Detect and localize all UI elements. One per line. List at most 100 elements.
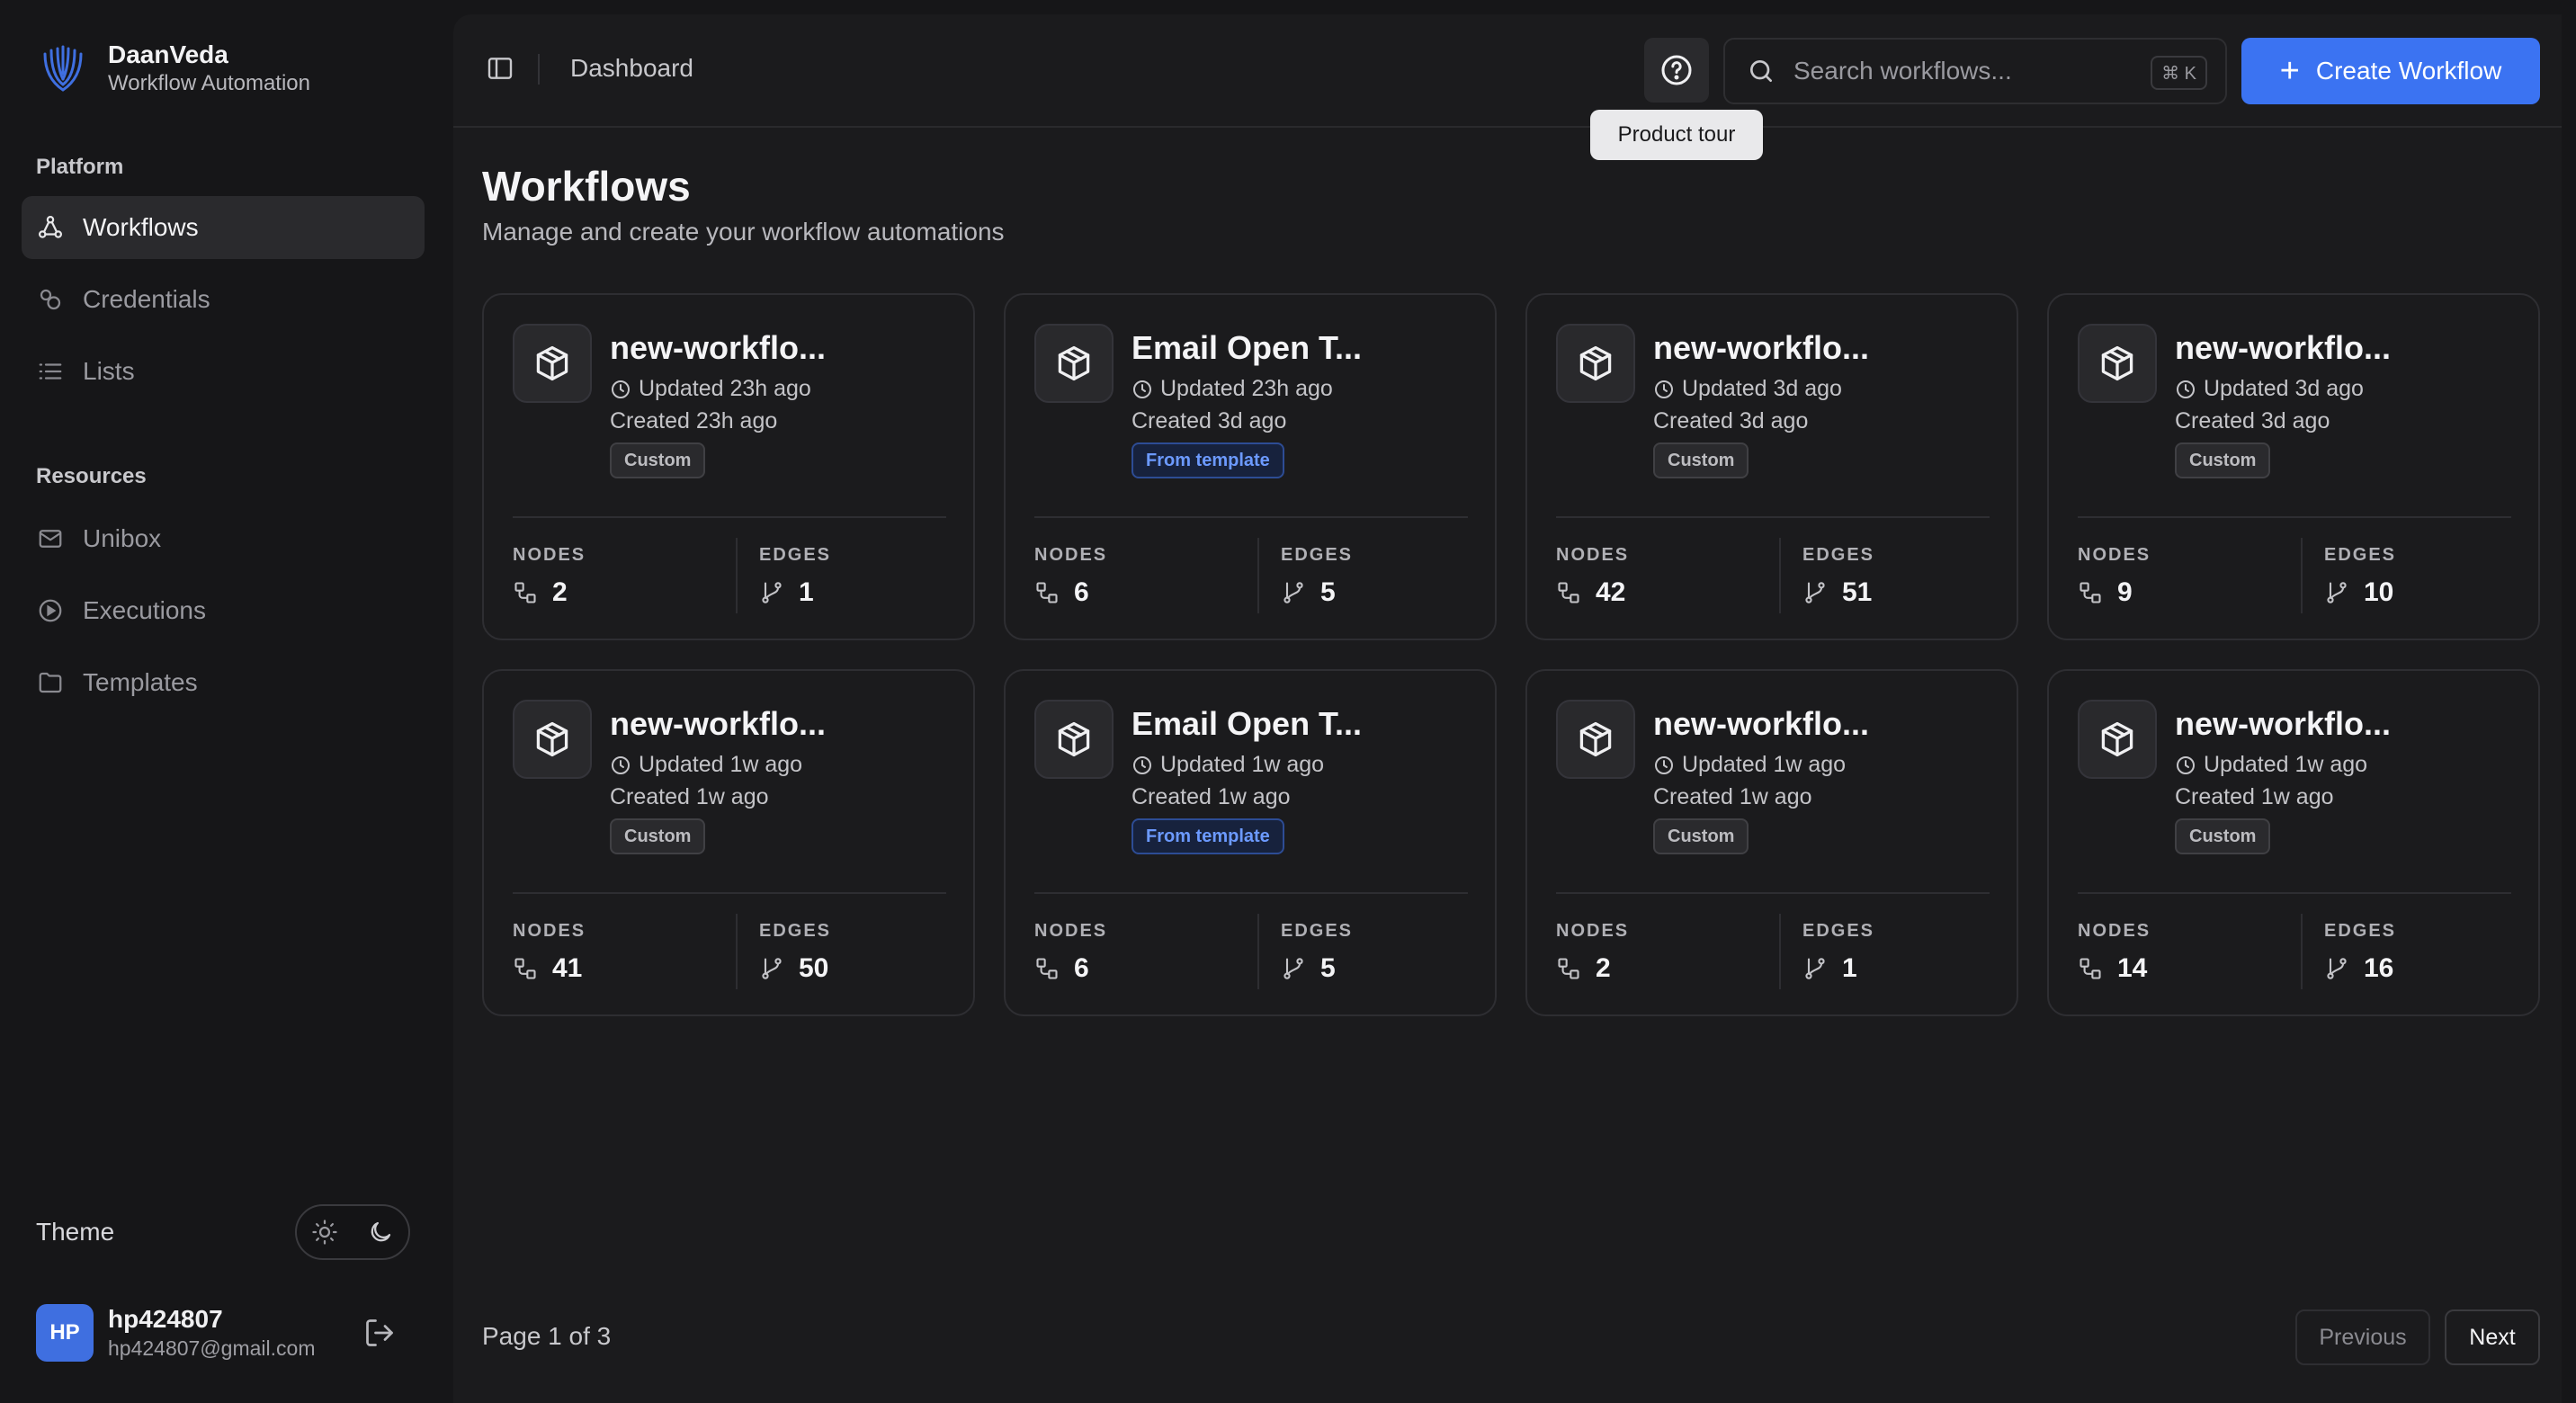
card-divider — [1556, 892, 1990, 894]
workflow-card[interactable]: Email Open T... Updated 1w ago Created 1… — [1004, 669, 1497, 1016]
sidebar-item-label: Credentials — [83, 285, 210, 313]
next-page-button[interactable]: Next — [2445, 1309, 2540, 1365]
workflow-title[interactable]: new-workflo... — [610, 705, 826, 743]
workflow-title[interactable]: Email Open T... — [1131, 329, 1362, 367]
page-title: Workflows — [482, 163, 691, 210]
git-branch-icon — [2327, 958, 2347, 979]
workflow-tag: From template — [1131, 442, 1284, 478]
nodes-label: NODES — [2078, 545, 2151, 565]
edges-value: 1 — [799, 577, 814, 607]
workflow-card[interactable]: new-workflo... Updated 3d ago Created 3d… — [2047, 293, 2540, 640]
workflow-created: Created 1w ago — [610, 784, 769, 809]
package-icon — [1034, 324, 1114, 403]
card-divider — [513, 892, 946, 894]
clock-icon — [1133, 755, 1151, 774]
clock-icon — [2177, 755, 2195, 774]
clock-icon — [612, 755, 630, 774]
package-icon — [2078, 700, 2157, 779]
theme-toggle[interactable] — [295, 1204, 410, 1260]
previous-page-button[interactable]: Previous — [2295, 1309, 2430, 1365]
logout-icon[interactable] — [363, 1317, 396, 1349]
stat-separator — [2301, 914, 2303, 989]
package-icon — [2078, 324, 2157, 403]
user-profile[interactable]: HP hp424807 hp424807@gmail.com — [36, 1304, 315, 1362]
stat-separator — [1257, 538, 1259, 613]
product-tour-button[interactable] — [1644, 38, 1709, 103]
workflow-created: Created 1w ago — [1131, 784, 1291, 809]
nodes-value: 6 — [1074, 953, 1089, 983]
edges-count: 1 — [759, 577, 814, 608]
workflow-title[interactable]: new-workflo... — [610, 329, 826, 367]
edges-value: 50 — [799, 953, 829, 983]
nodes-count: 41 — [513, 953, 582, 984]
nodes-icon — [1558, 582, 1579, 603]
workflow-title[interactable]: new-workflo... — [1653, 705, 1869, 743]
edges-count: 16 — [2324, 953, 2393, 984]
card-divider — [2078, 892, 2511, 894]
edges-count: 1 — [1802, 953, 1857, 984]
stat-separator — [1779, 538, 1781, 613]
package-icon — [513, 700, 592, 779]
theme-label: Theme — [36, 1218, 115, 1246]
card-divider — [1034, 892, 1468, 894]
sidebar-toggle-icon[interactable] — [486, 54, 514, 83]
edges-value: 1 — [1842, 953, 1857, 983]
breadcrumb[interactable]: Dashboard — [570, 54, 693, 83]
brand[interactable]: DaanVeda Workflow Automation — [36, 40, 310, 97]
edges-count: 50 — [759, 953, 828, 984]
nodes-icon — [1558, 958, 1579, 979]
edges-value: 5 — [1320, 577, 1336, 607]
create-workflow-label: Create Workflow — [2315, 57, 2502, 85]
workflow-created: Created 23h ago — [610, 408, 778, 433]
sidebar-item-unibox[interactable]: Unibox — [22, 507, 425, 570]
edges-value: 10 — [2364, 577, 2394, 607]
sidebar-item-templates[interactable]: Templates — [22, 651, 425, 714]
workflow-card[interactable]: Email Open T... Updated 23h ago Created … — [1004, 293, 1497, 640]
sidebar-item-lists[interactable]: Lists — [22, 340, 425, 403]
nodes-value: 2 — [552, 577, 568, 607]
workflow-created: Created 1w ago — [2175, 784, 2334, 809]
nodes-value: 9 — [2117, 577, 2133, 607]
product-tour-tooltip: Product tour — [1590, 110, 1763, 160]
workflow-tag: Custom — [610, 442, 706, 478]
workflow-card[interactable]: new-workflo... Updated 1w ago Created 1w… — [2047, 669, 2540, 1016]
nodes-count: 2 — [1556, 953, 1611, 984]
workflow-card[interactable]: new-workflo... Updated 23h ago Created 2… — [482, 293, 975, 640]
workflow-title[interactable]: new-workflo... — [2175, 705, 2391, 743]
main-panel: Dashboard ⌘ K + Create Workflow Product … — [453, 14, 2562, 1403]
workflow-card[interactable]: new-workflo... Updated 1w ago Created 1w… — [1525, 669, 2018, 1016]
edges-label: EDGES — [759, 545, 832, 565]
edges-value: 5 — [1320, 953, 1336, 983]
moon-icon[interactable] — [367, 1219, 394, 1246]
topbar-separator — [538, 54, 540, 85]
play-circle-icon — [36, 596, 65, 625]
sun-icon[interactable] — [311, 1219, 338, 1246]
workflow-card[interactable]: new-workflo... Updated 1w ago Created 1w… — [482, 669, 975, 1016]
nodes-label: NODES — [1034, 545, 1108, 565]
stat-separator — [1257, 914, 1259, 989]
git-branch-icon — [1284, 582, 1303, 603]
nodes-icon — [1036, 958, 1058, 979]
sidebar-item-workflows[interactable]: Workflows — [22, 196, 425, 259]
nodes-count: 42 — [1556, 577, 1625, 608]
edges-count: 51 — [1802, 577, 1872, 608]
workflow-title[interactable]: new-workflo... — [1653, 329, 1869, 367]
search-box[interactable]: ⌘ K — [1723, 38, 2227, 104]
workflow-title[interactable]: Email Open T... — [1131, 705, 1362, 743]
workflow-card[interactable]: new-workflo... Updated 3d ago Created 3d… — [1525, 293, 2018, 640]
sidebar: DaanVeda Workflow Automation Platform Wo… — [0, 0, 450, 1403]
card-divider — [2078, 516, 2511, 518]
pagination-status: Page 1 of 3 — [482, 1322, 612, 1350]
sidebar-item-credentials[interactable]: Credentials — [22, 268, 425, 331]
updated-text: Updated 23h ago — [1160, 376, 1333, 401]
search-input[interactable] — [1793, 57, 2135, 85]
workflow-tag: Custom — [610, 818, 706, 854]
workflow-updated: Updated 1w ago — [610, 752, 802, 778]
page-subtitle: Manage and create your workflow automati… — [482, 218, 1005, 246]
list-icon — [36, 357, 65, 386]
package-icon — [1556, 700, 1635, 779]
workflow-title[interactable]: new-workflo... — [2175, 329, 2391, 367]
create-workflow-button[interactable]: + Create Workflow — [2241, 38, 2540, 104]
sidebar-item-executions[interactable]: Executions — [22, 579, 425, 642]
package-icon — [1034, 700, 1114, 779]
